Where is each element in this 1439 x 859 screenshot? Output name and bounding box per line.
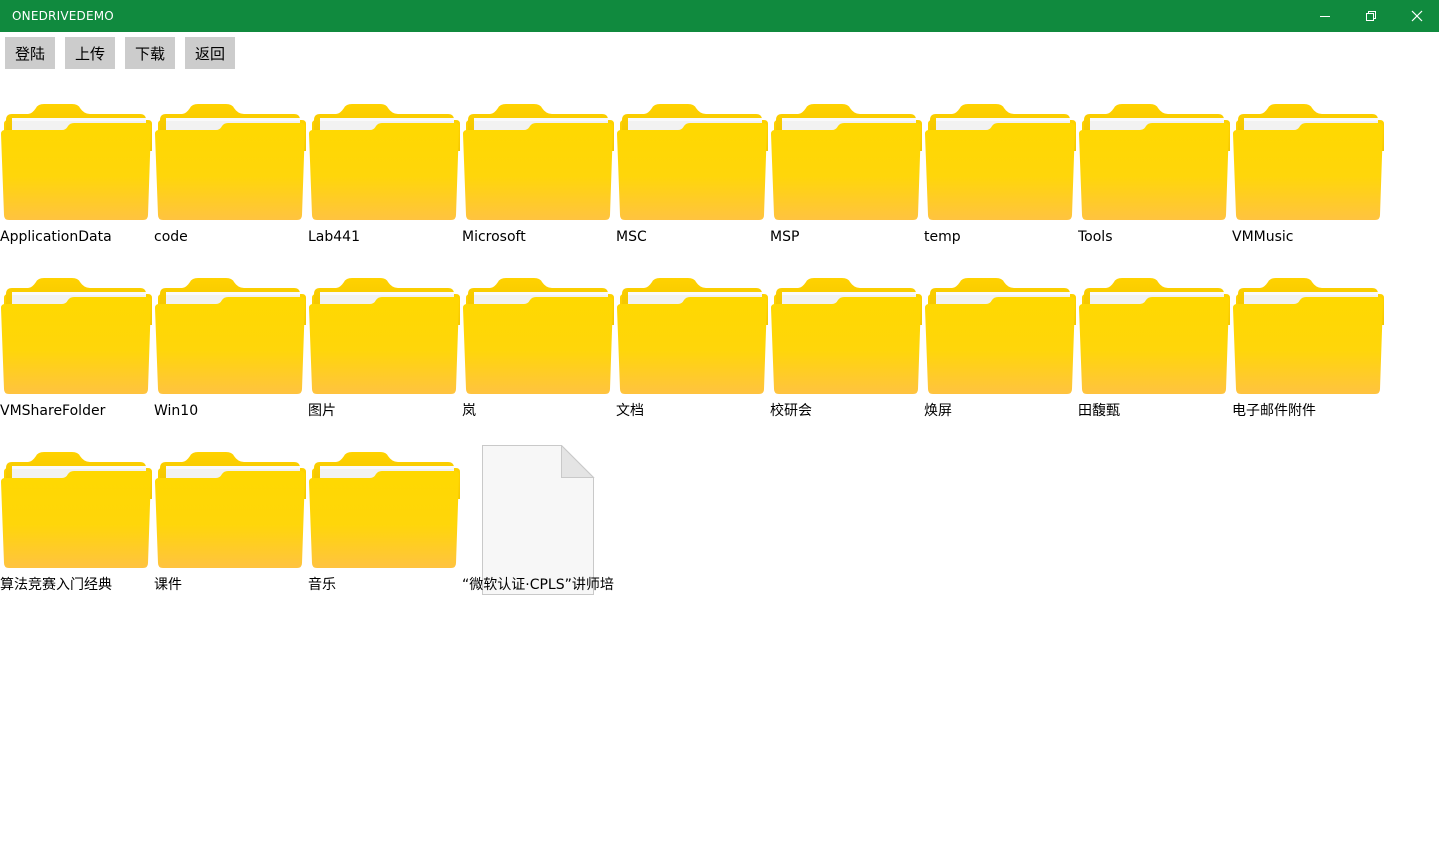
item-name: 电子邮件附件 [1232,403,1316,419]
folder-icon-wrap [924,52,1078,222]
folder-tile[interactable]: MSP [770,52,924,245]
folder-tile[interactable]: 岚 [462,226,616,419]
item-name: 焕屏 [924,403,952,419]
folder-icon [155,104,306,220]
folder-icon [155,278,306,394]
folder-icon [1233,278,1384,394]
folder-tile[interactable]: 田馥甄 [1078,226,1232,419]
close-icon [1411,10,1423,22]
folder-icon [925,104,1076,220]
folder-icon [1079,104,1230,220]
folder-icon-wrap [308,52,462,222]
folder-tile[interactable]: 校研会 [770,226,924,419]
restore-button[interactable] [1348,0,1394,32]
item-name: 田馥甄 [1078,403,1120,419]
folder-icon [463,104,614,220]
folder-tile[interactable]: ApplicationData [0,52,154,245]
folder-tile[interactable]: Microsoft [462,52,616,245]
folder-icon [1,452,152,568]
folder-tile[interactable]: 课件 [154,400,308,593]
folder-icon [1,104,152,220]
folder-icon-wrap [616,226,770,396]
folder-icon-wrap [616,52,770,222]
folder-icon [617,278,768,394]
folder-icon [309,104,460,220]
folder-icon [1079,278,1230,394]
folder-tile[interactable]: code [154,52,308,245]
folder-icon-wrap [462,226,616,396]
item-name: 算法竞赛入门经典 [0,577,112,593]
file-icon [482,445,595,595]
folder-tile[interactable]: 电子邮件附件 [1232,226,1386,419]
folder-tile[interactable]: Lab441 [308,52,462,245]
folder-tile[interactable]: Win10 [154,226,308,419]
minimize-button[interactable] [1302,0,1348,32]
folder-icon-wrap [154,52,308,222]
folder-tile[interactable]: temp [924,52,1078,245]
item-name: 课件 [154,577,182,593]
folder-icon-wrap [770,226,924,396]
folder-tile[interactable]: 音乐 [308,400,462,593]
folder-icon [309,452,460,568]
folder-icon-wrap [1232,226,1386,396]
folder-tile[interactable]: MSC [616,52,770,245]
folder-icon [309,278,460,394]
title-bar: ONEDRIVEDEMO [0,0,1439,32]
folder-icon-wrap [308,400,462,570]
item-name: 音乐 [308,577,336,593]
folder-tile[interactable]: VMShareFolder [0,226,154,419]
item-name: 校研会 [770,403,812,419]
folder-icon-wrap [1078,52,1232,222]
close-button[interactable] [1394,0,1439,32]
folder-icon-wrap [924,226,1078,396]
folder-tile[interactable]: 文档 [616,226,770,419]
folder-icon-wrap [0,52,154,222]
folder-icon [925,278,1076,394]
folder-icon-wrap [1232,52,1386,222]
folder-icon [1233,104,1384,220]
folder-icon-wrap [462,52,616,222]
file-icon-wrap [462,445,616,595]
folder-icon-wrap [1078,226,1232,396]
folder-icon-wrap [770,52,924,222]
folder-tile[interactable]: VMMusic [1232,52,1386,245]
folder-tile[interactable]: 图片 [308,226,462,419]
folder-icon [1,278,152,394]
window-title: ONEDRIVEDEMO [12,9,114,23]
folder-icon [771,104,922,220]
folder-icon-wrap [0,226,154,396]
item-name: “微软认证·CPLS”讲师培 [462,577,614,593]
folder-tile[interactable]: 焕屏 [924,226,1078,419]
restore-icon [1366,11,1376,21]
folder-tile[interactable]: 算法竞赛入门经典 [0,400,154,593]
minimize-icon [1320,16,1330,17]
file-tile[interactable]: “微软认证·CPLS”讲师培 [462,400,616,595]
folder-icon [155,452,306,568]
folder-icon [617,104,768,220]
folder-icon-wrap [154,400,308,570]
item-name: 文档 [616,403,644,419]
folder-icon-wrap [0,400,154,570]
folder-icon-wrap [308,226,462,396]
folder-tile[interactable]: Tools [1078,52,1232,245]
folder-icon-wrap [154,226,308,396]
folder-icon [463,278,614,394]
folder-icon [771,278,922,394]
